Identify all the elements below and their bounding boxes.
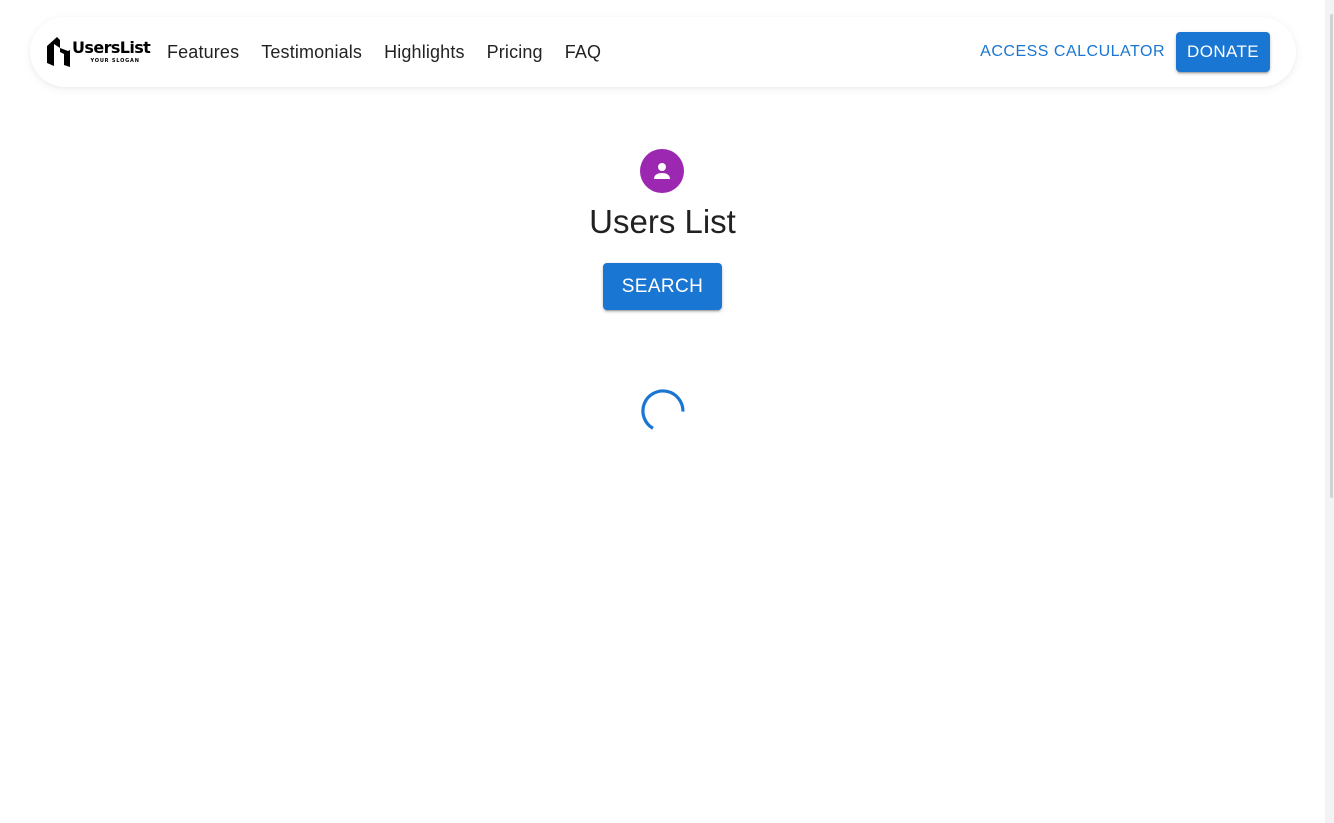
donate-button[interactable]: DONATE	[1176, 32, 1270, 72]
scrollbar-thumb[interactable]	[1330, 14, 1333, 498]
avatar	[640, 149, 684, 193]
nav-link-faq[interactable]: FAQ	[554, 40, 612, 64]
nav-actions: ACCESS CALCULATOR DONATE	[980, 32, 1270, 72]
brand-slogan: YOUR SLOGAN	[90, 58, 140, 64]
search-button[interactable]: SEARCH	[603, 263, 722, 310]
access-calculator-link[interactable]: ACCESS CALCULATOR	[980, 43, 1165, 61]
scrollbar[interactable]	[1325, 0, 1334, 823]
nav-links: Features Testimonials Highlights Pricing…	[156, 39, 612, 65]
loading-spinner-icon	[641, 389, 685, 430]
logo-text: UsersList YOUR SLOGAN	[72, 35, 151, 65]
logo-mark-icon	[47, 37, 70, 67]
nav-link-highlights[interactable]: Highlights	[373, 40, 476, 64]
nav-link-pricing[interactable]: Pricing	[476, 40, 554, 64]
brand-name: UsersList	[72, 38, 151, 57]
page: UsersList YOUR SLOGAN Features Testimoni…	[0, 0, 1334, 823]
nav-link-testimonials[interactable]: Testimonials	[250, 40, 373, 64]
person-icon	[654, 163, 670, 179]
nav-link-features[interactable]: Features	[156, 40, 250, 64]
page-title: Users List	[589, 203, 736, 240]
brand-logo[interactable]: UsersList YOUR SLOGAN	[46, 35, 156, 69]
top-navbar: UsersList YOUR SLOGAN Features Testimoni…	[30, 17, 1296, 87]
